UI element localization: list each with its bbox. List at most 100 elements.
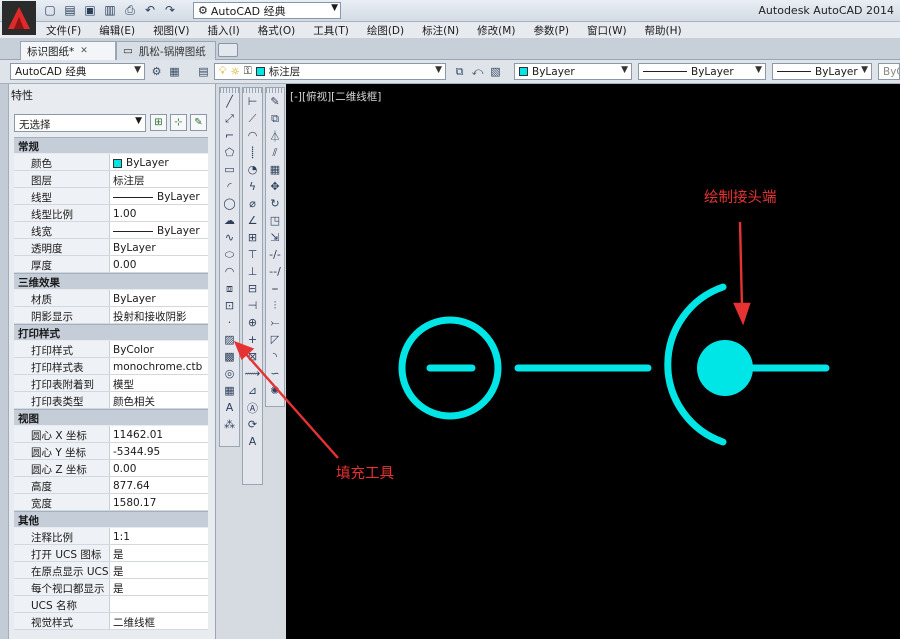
- color-combo[interactable]: ByLayer ▼: [514, 63, 632, 80]
- property-row[interactable]: 厚度 0.00: [14, 256, 208, 273]
- jogged-linear-icon[interactable]: ⟿: [244, 365, 261, 382]
- layer-manager-icon[interactable]: ▤: [196, 64, 211, 79]
- offset-icon[interactable]: ⫽: [267, 144, 284, 161]
- property-row[interactable]: 打印样式表 monochrome.ctb: [14, 358, 208, 375]
- break-icon[interactable]: ⫶: [267, 297, 284, 314]
- property-value[interactable]: 11462.01: [110, 426, 208, 442]
- radius-dim-icon[interactable]: ◔: [244, 161, 261, 178]
- property-value[interactable]: 1580.17: [110, 494, 208, 510]
- menu-item-3[interactable]: 插入(I): [201, 23, 251, 38]
- property-value[interactable]: ByLayer: [110, 154, 208, 170]
- inspect-icon[interactable]: ⊠: [244, 348, 261, 365]
- dim-update-icon[interactable]: ⟳: [244, 416, 261, 433]
- ellipse-icon[interactable]: ⬭: [221, 246, 238, 263]
- select-objects-icon[interactable]: ⊹: [170, 114, 187, 131]
- line-icon[interactable]: ╱: [221, 93, 238, 110]
- property-value[interactable]: 0.00: [110, 460, 208, 476]
- property-value[interactable]: 二维线框: [110, 613, 208, 629]
- property-row[interactable]: 圆心 X 坐标 11462.01: [14, 426, 208, 443]
- property-row[interactable]: 打开 UCS 图标是: [14, 545, 208, 562]
- property-value[interactable]: ByLayer: [110, 222, 208, 238]
- break-dim-icon[interactable]: ⊣: [244, 297, 261, 314]
- menu-item-0[interactable]: 文件(F): [40, 23, 93, 38]
- revcloud-icon[interactable]: ☁: [221, 212, 238, 229]
- array-icon[interactable]: ▦: [267, 161, 284, 178]
- quick-select-icon[interactable]: ✎: [190, 114, 207, 131]
- selection-dropdown[interactable]: 无选择 ▼: [14, 114, 146, 132]
- property-value[interactable]: 投射和接收阴影: [110, 307, 208, 323]
- property-value[interactable]: ByLayer: [110, 239, 208, 255]
- tolerance-icon[interactable]: ⊕: [244, 314, 261, 331]
- workspace-settings-icon[interactable]: ▦: [167, 64, 182, 79]
- menu-item-6[interactable]: 绘图(D): [361, 23, 416, 38]
- angular-dim-icon[interactable]: ∠: [244, 212, 261, 229]
- extend-icon[interactable]: --/: [267, 263, 284, 280]
- plotstyle-combo[interactable]: ByCo: [878, 63, 900, 80]
- ordinate-icon[interactable]: ⸽: [244, 144, 261, 161]
- workspace-select[interactable]: ⚙ AutoCAD 经典 ▼: [193, 2, 341, 19]
- section-header[interactable]: 其他: [14, 511, 208, 527]
- redo-icon[interactable]: ↷: [162, 2, 178, 18]
- menu-item-9[interactable]: 参数(P): [527, 23, 581, 38]
- section-header[interactable]: 视图: [14, 409, 208, 425]
- property-row[interactable]: 透明度 ByLayer: [14, 239, 208, 256]
- dim-style-icon[interactable]: A: [244, 433, 261, 450]
- fillet-icon[interactable]: ◝: [267, 348, 284, 365]
- chamfer-icon[interactable]: ◸: [267, 331, 284, 348]
- add-selected-icon[interactable]: ⁂: [221, 416, 238, 433]
- property-row[interactable]: 颜色 ByLayer: [14, 154, 208, 171]
- new-tab-button[interactable]: [218, 43, 238, 57]
- section-header[interactable]: 三维效果: [14, 273, 208, 289]
- menu-item-10[interactable]: 窗口(W): [581, 23, 639, 38]
- property-value[interactable]: monochrome.ctb: [110, 358, 208, 374]
- break-point-icon[interactable]: ⎯: [267, 280, 284, 297]
- copy-icon[interactable]: ⧉: [267, 110, 284, 127]
- autocad-logo[interactable]: [2, 1, 36, 35]
- linear-dim-icon[interactable]: ⊢: [244, 93, 261, 110]
- layer-previous-icon[interactable]: ⤺: [470, 64, 485, 79]
- continue-dim-icon[interactable]: ⊥: [244, 263, 261, 280]
- layer-state-icon[interactable]: ▧: [488, 64, 503, 79]
- layer-combo[interactable]: 💡︎ ☼ ⚿ 标注层 ▼: [214, 63, 446, 80]
- stretch-icon[interactable]: ⇲: [267, 229, 284, 246]
- menu-item-5[interactable]: 工具(T): [307, 23, 361, 38]
- property-row[interactable]: 宽度 1580.17: [14, 494, 208, 511]
- space-dim-icon[interactable]: ⊟: [244, 280, 261, 297]
- tab-jisong[interactable]: ▭ 肌松-锅牌图纸: [116, 41, 216, 60]
- linetype-combo[interactable]: ByLayer ▼: [638, 63, 766, 80]
- menu-item-8[interactable]: 修改(M): [471, 23, 527, 38]
- close-icon[interactable]: ✕: [80, 46, 88, 56]
- menu-item-7[interactable]: 标注(N): [416, 23, 471, 38]
- arc-length-icon[interactable]: ◠: [244, 127, 261, 144]
- move-icon[interactable]: ✥: [267, 178, 284, 195]
- property-value[interactable]: 0.00: [110, 256, 208, 272]
- arc-icon[interactable]: ◜: [221, 178, 238, 195]
- property-row[interactable]: 材质 ByLayer: [14, 290, 208, 307]
- palette-title-strip[interactable]: [0, 84, 9, 639]
- property-row[interactable]: 圆心 Z 坐标 0.00: [14, 460, 208, 477]
- ellipse-arc-icon[interactable]: ◠: [221, 263, 238, 280]
- menu-item-11[interactable]: 帮助(H): [639, 23, 694, 38]
- region-icon[interactable]: ◎: [221, 365, 238, 382]
- property-value[interactable]: [110, 596, 208, 612]
- gradient-icon[interactable]: ▩: [221, 348, 238, 365]
- make-block-icon[interactable]: ⊡: [221, 297, 238, 314]
- polygon-icon[interactable]: ⬠: [221, 144, 238, 161]
- property-row[interactable]: UCS 名称: [14, 596, 208, 613]
- mirror-icon[interactable]: ⏃: [267, 127, 284, 144]
- property-row[interactable]: 线型比例 1.00: [14, 205, 208, 222]
- workspace-combo[interactable]: AutoCAD 经典 ▼: [10, 63, 145, 80]
- property-row[interactable]: 每个视口都显示 ... 是: [14, 579, 208, 596]
- menu-item-1[interactable]: 编辑(E): [93, 23, 147, 38]
- connector-filled-circle[interactable]: [697, 340, 753, 396]
- blend-icon[interactable]: ∽: [267, 365, 284, 382]
- property-value[interactable]: 是: [110, 579, 208, 595]
- dim-text-edit-icon[interactable]: Ⓐ: [244, 399, 261, 416]
- lineweight-combo[interactable]: ByLayer ▼: [772, 63, 872, 80]
- save-as-icon[interactable]: ▥: [102, 2, 118, 18]
- rotate-icon[interactable]: ↻: [267, 195, 284, 212]
- property-row[interactable]: 在原点显示 UCS... 是: [14, 562, 208, 579]
- property-row[interactable]: 打印表类型 颜色相关: [14, 392, 208, 409]
- section-header[interactable]: 常规: [14, 137, 208, 153]
- property-value[interactable]: 1:1: [110, 528, 208, 544]
